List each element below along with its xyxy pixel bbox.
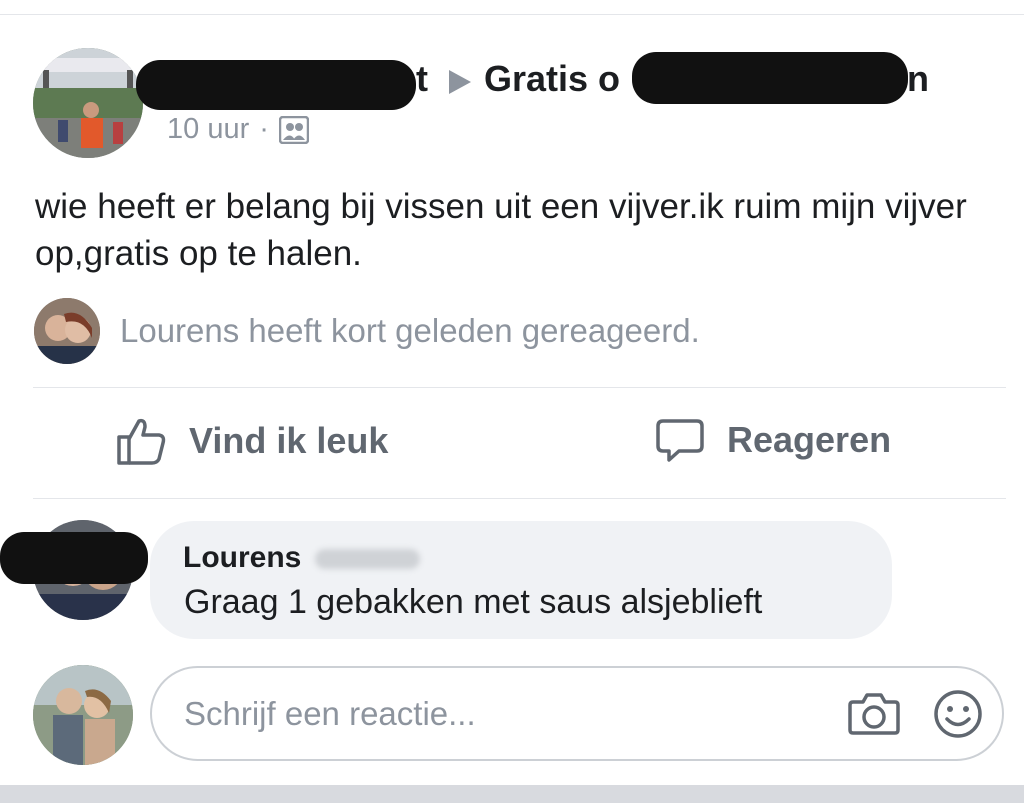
divider-below-actions [33,498,1006,499]
comment-bubble: Lourens Graag 1 gebakken met saus alsjeb… [150,521,892,639]
activity-text: Lourens heeft kort geleden gereageerd. [120,312,700,349]
thumbs-up-icon [117,418,166,465]
top-divider [0,14,1024,15]
comment-author[interactable]: Lourens [183,541,301,575]
post-timestamp[interactable]: 10 uur [167,113,249,146]
post-body: wie heeft er belang bij vissen uit een v… [35,187,967,273]
meta-separator: · [259,113,269,145]
activity-avatar[interactable] [34,298,100,364]
activity-line: Lourens heeft kort geleden gereageerd. [34,298,700,364]
current-user-avatar-photo [33,665,133,765]
group-icon [278,115,309,144]
blurred-surname [315,549,420,569]
comment-input[interactable] [184,690,804,738]
author-name-visible[interactable]: t [416,58,428,100]
comment-button[interactable]: Reageren [655,415,891,465]
smiley-icon[interactable] [932,688,984,740]
like-label: Vind ik leuk [189,420,389,461]
activity-avatar-photo [34,298,100,364]
comment-composer[interactable] [150,666,1004,761]
bottom-separator-bar [0,785,1024,803]
divider-above-actions [33,387,1006,388]
camera-icon[interactable] [848,690,900,736]
current-user-avatar [33,665,133,765]
author-avatar-photo [33,48,143,158]
redaction-group-name [632,52,908,104]
redaction-commenter [0,532,148,584]
post-meta: 10 uur · [167,113,309,146]
redaction-author-name [136,60,416,110]
comment-label: Reageren [727,419,892,460]
group-name-tail[interactable]: n [907,58,929,100]
speech-bubble-icon [656,419,704,462]
author-avatar[interactable] [33,48,143,158]
like-button[interactable]: Vind ik leuk [115,415,388,467]
group-name[interactable]: Gratis o [484,58,620,100]
comment-text: Graag 1 gebakken met saus alsjeblieft [184,583,763,621]
posted-in-arrow-icon [449,70,471,94]
